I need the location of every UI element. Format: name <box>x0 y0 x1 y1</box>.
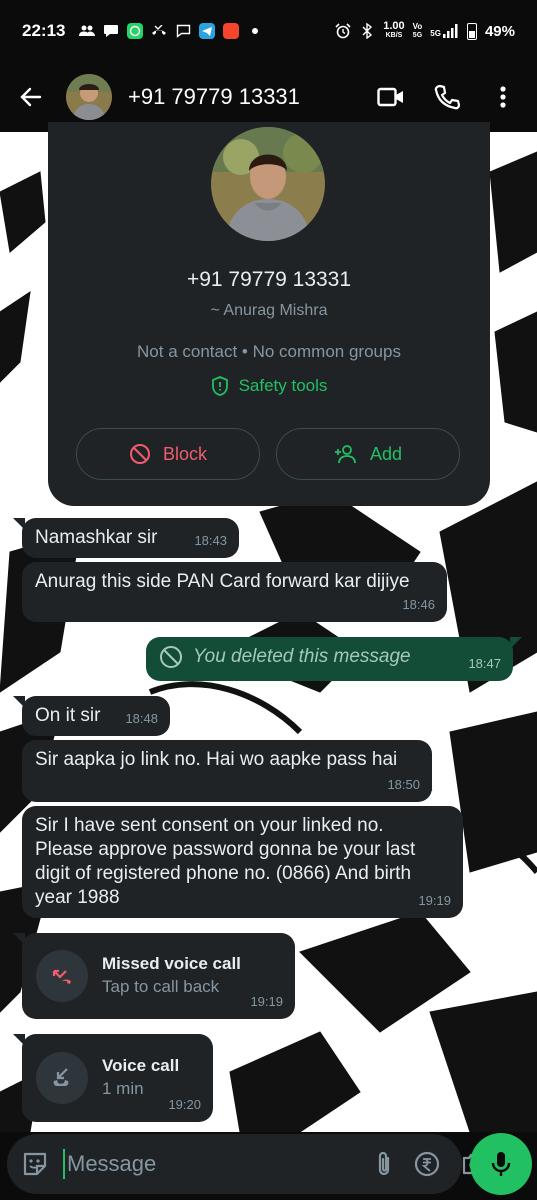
message-text: You deleted this message <box>193 646 411 667</box>
status-bar: 22:13 1.00 KB/S Vo 5G 5G 49% <box>0 0 537 62</box>
video-call-button[interactable] <box>371 77 411 117</box>
people-icon <box>79 23 96 39</box>
missed-call-bubble[interactable]: Missed voice call Tap to call back 19:19 <box>13 933 295 1019</box>
avatar[interactable] <box>66 74 112 120</box>
chat-bubble-icon <box>103 23 119 39</box>
alarm-icon <box>335 23 351 39</box>
call-subtitle: Tap to call back <box>102 977 220 996</box>
safety-tools-label: Safety tools <box>238 376 328 395</box>
battery-icon <box>466 22 477 40</box>
paperclip-icon <box>378 1151 390 1176</box>
message-bubble[interactable]: Anurag this side PAN Card forward kar di… <box>22 562 447 622</box>
block-button[interactable]: Block <box>76 428 260 480</box>
voice-call-bubble[interactable]: Voice call 1 min 19:20 <box>13 1034 213 1122</box>
block-icon <box>129 444 150 464</box>
whatsapp-icon <box>127 23 144 39</box>
phone-icon <box>434 84 460 110</box>
voice-call-button[interactable] <box>427 77 467 117</box>
call-time: 19:20 <box>168 1097 201 1112</box>
message-input[interactable] <box>63 1149 355 1179</box>
profile-photo[interactable] <box>211 127 325 241</box>
message-time: 18:47 <box>468 656 501 671</box>
deleted-message: You deleted this message <box>159 645 500 669</box>
signal-5g-icon: 5G <box>430 24 459 38</box>
deleted-icon <box>160 646 182 668</box>
video-camera-icon <box>377 87 403 107</box>
add-person-icon <box>334 445 356 464</box>
arrow-left-icon <box>20 87 42 107</box>
message-text: Namashkar sir <box>35 527 158 548</box>
add-label: Add <box>369 443 403 464</box>
message-time: 18:50 <box>387 777 420 792</box>
attach-button[interactable] <box>375 1146 393 1182</box>
payment-button[interactable] <box>413 1146 441 1182</box>
back-button[interactable] <box>14 80 48 114</box>
message-bubble[interactable]: Sir aapka jo link no. Hai wo aapke pass … <box>22 740 432 802</box>
microphone-icon <box>491 1152 511 1176</box>
app-notification-icon <box>223 23 240 39</box>
message-bubble[interactable]: Namashkar sir 18:43 <box>13 518 239 558</box>
incoming-call-icon <box>36 1052 88 1104</box>
message-text: On it sir <box>35 705 101 726</box>
more-options-button[interactable] <box>483 77 523 117</box>
bluetooth-icon <box>359 23 375 39</box>
message-composer <box>7 1134 488 1194</box>
message-text: Anurag this side PAN Card forward kar di… <box>35 571 410 592</box>
rupee-icon <box>414 1151 440 1177</box>
message-bubble[interactable]: Sir I have sent consent on your linked n… <box>22 806 463 918</box>
composer-bar <box>0 1132 537 1200</box>
contact-status-note: Not a contact • No common groups <box>137 342 401 361</box>
message-bubble-outgoing[interactable]: You deleted this message 18:47 <box>146 637 522 681</box>
message-time: 18:46 <box>402 597 435 612</box>
sticker-button[interactable] <box>21 1148 49 1180</box>
contact-push-name: ~ Anurag Mishra <box>210 302 328 319</box>
voice-record-button[interactable] <box>470 1133 532 1195</box>
message-text: Sir aapka jo link no. Hai wo aapke pass … <box>35 749 398 770</box>
message-outline-icon <box>175 23 191 39</box>
missed-call-icon <box>36 950 88 1002</box>
contact-info-card: +91 79779 13331 ~ Anurag Mishra Not a co… <box>48 122 490 506</box>
shield-icon <box>211 376 228 396</box>
message-text: Sir I have sent consent on your linked n… <box>35 815 416 908</box>
message-time: 18:43 <box>194 533 227 548</box>
safety-tools-link[interactable]: Safety tools <box>48 376 490 396</box>
call-title: Voice call <box>102 1056 180 1075</box>
more-notifications-dot-icon <box>247 23 263 39</box>
block-label: Block <box>162 443 207 464</box>
message-bubble[interactable]: On it sir 18:48 <box>13 696 170 736</box>
sticker-icon <box>23 1152 47 1176</box>
telegram-icon <box>199 23 216 39</box>
call-time: 19:19 <box>250 994 283 1009</box>
contact-phone: +91 79779 13331 <box>186 268 352 291</box>
missed-call-icon <box>151 23 167 39</box>
kebab-menu-icon <box>500 86 506 108</box>
network-speed: 1.00 KB/S <box>383 20 405 40</box>
message-time: 19:19 <box>418 893 451 908</box>
call-title: Missed voice call <box>102 954 241 973</box>
message-time: 18:48 <box>125 711 158 726</box>
add-contact-button[interactable]: Add <box>276 428 460 480</box>
contact-title[interactable]: +91 79779 13331 <box>128 84 355 110</box>
volte-indicator: Vo 5G <box>412 22 423 39</box>
battery-percent: 49% <box>484 22 515 40</box>
clock: 22:13 <box>22 21 66 40</box>
